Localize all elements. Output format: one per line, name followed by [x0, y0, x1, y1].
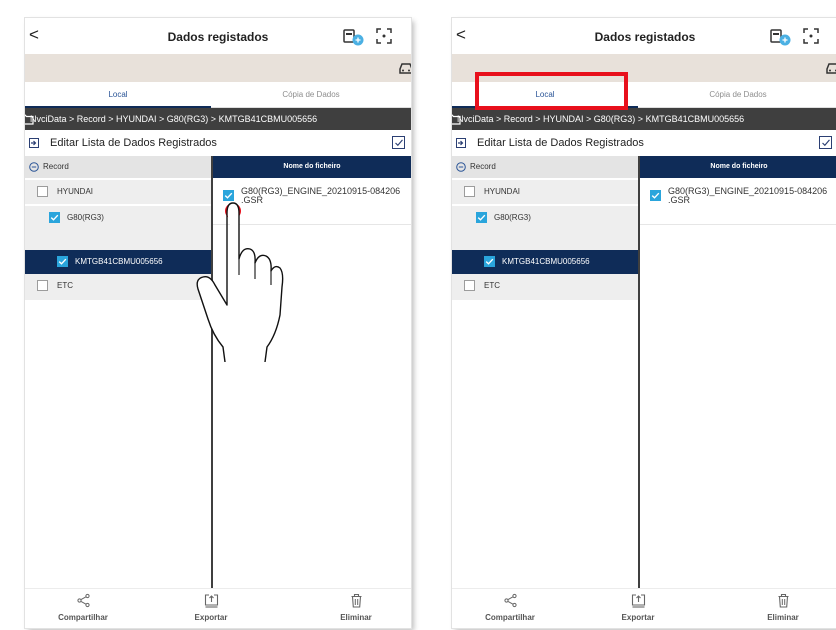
- checkbox[interactable]: [37, 186, 48, 197]
- checkbox-checked-icon[interactable]: [484, 256, 495, 267]
- tree-root-record[interactable]: Record: [452, 156, 638, 178]
- edit-list-icon: [456, 138, 466, 148]
- share-button[interactable]: Compartilhar: [28, 589, 138, 628]
- export-button[interactable]: Exportar: [583, 589, 693, 628]
- checkbox[interactable]: [464, 280, 475, 291]
- export-icon: [631, 594, 646, 608]
- tree-spacer: [25, 230, 211, 250]
- file-list-header: Nome do ficheiro: [213, 156, 411, 178]
- edit-list-icon: [29, 138, 39, 148]
- export-button[interactable]: Exportar: [156, 589, 266, 628]
- title-bar: < Dados registados: [25, 18, 411, 54]
- select-all-checkbox[interactable]: [819, 136, 832, 149]
- vci-connection-icon[interactable]: [770, 28, 792, 46]
- checkbox-checked-icon[interactable]: [49, 212, 60, 223]
- tab-local[interactable]: Local: [25, 84, 211, 108]
- tree-item-vin[interactable]: KMTGB41CBMU005656: [25, 250, 211, 274]
- export-icon: [204, 594, 219, 608]
- edit-list-label: Editar Lista de Dados Registrados: [477, 137, 644, 149]
- export-label: Exportar: [621, 613, 655, 622]
- tree-item-etc[interactable]: ETC: [452, 274, 638, 298]
- edit-list-label: Editar Lista de Dados Registrados: [50, 137, 217, 149]
- delete-icon: [351, 593, 362, 608]
- share-icon: [504, 593, 517, 608]
- bottom-action-bar: Compartilhar Exportar Eliminar: [452, 588, 836, 628]
- delete-icon: [778, 593, 789, 608]
- delete-label: Eliminar: [767, 613, 799, 622]
- folder-tree: Record HYUNDAI G80(RG3) KMTGB41CBMU00565…: [25, 156, 211, 588]
- car-icon: [399, 63, 411, 74]
- tree-spacer: [452, 298, 638, 300]
- tab-data-copy[interactable]: Cópia de Dados: [211, 84, 411, 108]
- file-name: G80(RG3)_ENGINE_20210915-084206 .GSR: [668, 186, 828, 205]
- checkbox[interactable]: [464, 186, 475, 197]
- tree-item-hyundai[interactable]: HYUNDAI: [452, 180, 638, 204]
- content-area: Record HYUNDAI G80(RG3) KMTGB41CBMU00565…: [452, 156, 836, 588]
- delete-button[interactable]: Eliminar: [728, 589, 836, 628]
- breadcrumb-path: NvciData > Record > HYUNDAI > G80(RG3) >…: [30, 114, 318, 124]
- tree-spacer: [452, 230, 638, 250]
- select-all-checkbox[interactable]: [392, 136, 405, 149]
- checkbox-checked-icon[interactable]: [650, 190, 661, 201]
- tree-item-g80[interactable]: G80(RG3): [25, 206, 211, 230]
- tab-bar: Local Cópia de Dados: [25, 84, 411, 108]
- tree-item-label: G80(RG3): [494, 213, 531, 222]
- tree-item-label: KMTGB41CBMU005656: [502, 257, 590, 266]
- tree-item-etc[interactable]: ETC: [25, 274, 211, 298]
- breadcrumb-path: NvciData > Record > HYUNDAI > G80(RG3) >…: [457, 114, 745, 124]
- delete-button[interactable]: Eliminar: [301, 589, 411, 628]
- collapse-minus-icon[interactable]: [29, 162, 39, 172]
- checkbox-checked-icon[interactable]: [476, 212, 487, 223]
- checkbox-checked-icon[interactable]: [57, 256, 68, 267]
- checkbox[interactable]: [37, 280, 48, 291]
- tree-item-g80[interactable]: G80(RG3): [452, 206, 638, 230]
- pointing-hand-icon: [196, 202, 284, 362]
- tree-item-label: ETC: [57, 281, 73, 290]
- folder-tree: Record HYUNDAI G80(RG3) KMTGB41CBMU00565…: [452, 156, 638, 588]
- breadcrumb: NvciData > Record > HYUNDAI > G80(RG3) >…: [25, 108, 411, 130]
- vci-connection-icon[interactable]: [343, 28, 365, 46]
- share-icon: [77, 593, 90, 608]
- vehicle-info-bar: [25, 54, 411, 82]
- export-label: Exportar: [194, 613, 228, 622]
- edit-list-bar: Editar Lista de Dados Registrados: [25, 130, 411, 156]
- tab-data-copy[interactable]: Cópia de Dados: [638, 84, 836, 108]
- tree-item-label: ETC: [484, 281, 500, 290]
- screen-capture-icon[interactable]: [375, 27, 393, 45]
- file-list: Nome do ficheiro G80(RG3)_ENGINE_2021091…: [640, 156, 836, 588]
- screen-capture-icon[interactable]: [802, 27, 820, 45]
- tree-root-label: Record: [43, 162, 69, 171]
- delete-label: Eliminar: [340, 613, 372, 622]
- tree-root-label: Record: [470, 162, 496, 171]
- tree-item-label: HYUNDAI: [57, 187, 94, 196]
- file-row[interactable]: G80(RG3)_ENGINE_20210915-084206 .GSR: [640, 178, 836, 225]
- tree-item-vin[interactable]: KMTGB41CBMU005656: [452, 250, 638, 274]
- tree-spacer: [25, 298, 211, 300]
- bottom-action-bar: Compartilhar Exportar Eliminar: [25, 588, 411, 628]
- file-list-header: Nome do ficheiro: [640, 156, 836, 178]
- tree-item-label: HYUNDAI: [484, 187, 521, 196]
- share-label: Compartilhar: [58, 613, 108, 622]
- row-divider: [640, 224, 836, 225]
- breadcrumb: NvciData > Record > HYUNDAI > G80(RG3) >…: [452, 108, 836, 130]
- tree-item-label: KMTGB41CBMU005656: [75, 257, 163, 266]
- tree-item-label: G80(RG3): [67, 213, 104, 222]
- tree-item-hyundai[interactable]: HYUNDAI: [25, 180, 211, 204]
- car-icon: [826, 63, 836, 74]
- share-button[interactable]: Compartilhar: [455, 589, 565, 628]
- collapse-minus-icon[interactable]: [456, 162, 466, 172]
- local-tab-highlight: [475, 72, 628, 110]
- tree-root-record[interactable]: Record: [25, 156, 211, 178]
- edit-list-bar: Editar Lista de Dados Registrados: [452, 130, 836, 156]
- title-bar: < Dados registados: [452, 18, 836, 54]
- share-label: Compartilhar: [485, 613, 535, 622]
